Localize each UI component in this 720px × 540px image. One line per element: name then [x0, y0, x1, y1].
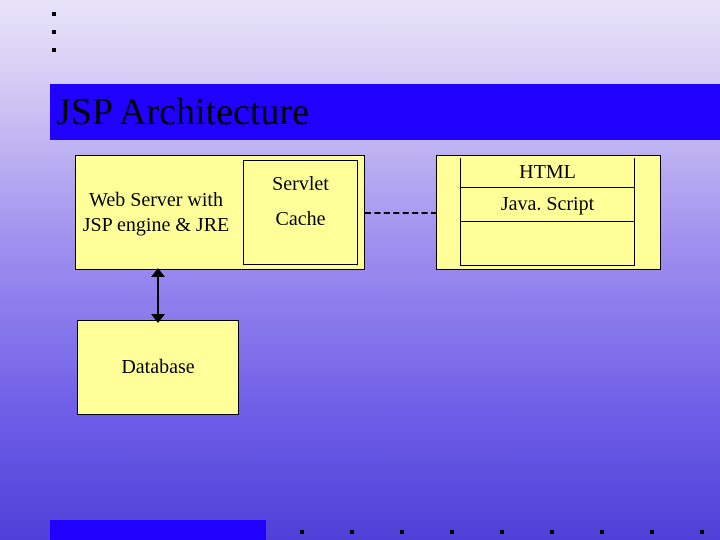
- html-box: HTML: [460, 158, 635, 188]
- database-label: Database: [121, 356, 194, 379]
- arrowhead-down-icon: [151, 314, 165, 323]
- javascript-label: Java. Script: [501, 193, 594, 216]
- title-bar: JSP Architecture: [50, 84, 720, 140]
- slide-bullets-left: [52, 12, 56, 66]
- cache-label: Cache: [276, 208, 326, 231]
- connector-webserver-database: [157, 270, 159, 320]
- footer-bar: [50, 520, 266, 540]
- html-label: HTML: [461, 161, 634, 184]
- database-box: Database: [77, 320, 239, 415]
- footer-dots: [300, 530, 704, 534]
- javascript-box: Java. Script: [460, 188, 635, 222]
- webserver-label: Web Server with JSP engine & JRE: [76, 188, 236, 238]
- client-empty-box: [460, 222, 635, 266]
- connector-servlet-client: [365, 212, 437, 214]
- arrowhead-up-icon: [151, 268, 165, 277]
- servlet-label: Servlet: [272, 173, 329, 196]
- slide-title: JSP Architecture: [50, 90, 309, 134]
- servlet-cache-box: Servlet Cache: [243, 160, 358, 265]
